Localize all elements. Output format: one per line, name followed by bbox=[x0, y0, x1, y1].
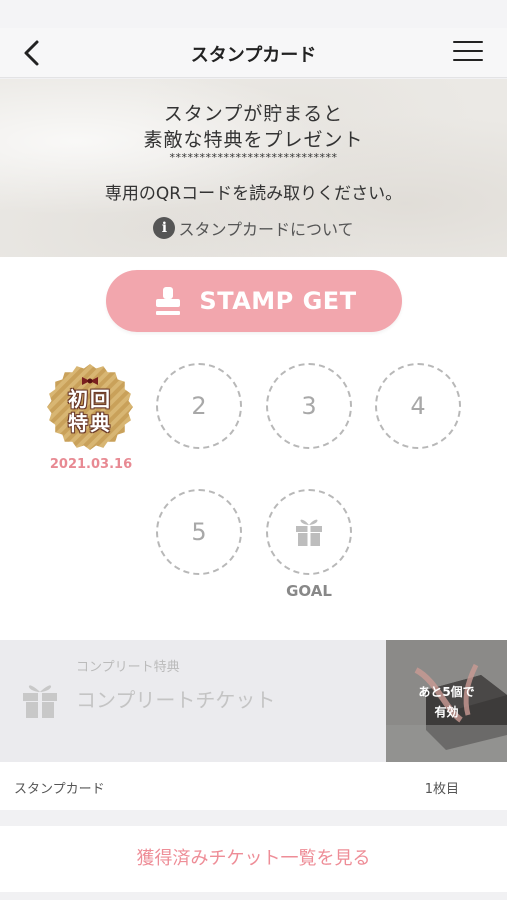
remaining-line-2: 有効 bbox=[434, 705, 459, 719]
banner-line-2: 素敵な特典をプレゼント bbox=[143, 129, 364, 151]
page-title: スタンプカード bbox=[190, 45, 317, 66]
complete-ticket[interactable]: コンプリート特典 コンプリートチケット あと5個で 有効 bbox=[0, 640, 507, 762]
complete-ticket-subtitle: コンプリート特典 bbox=[76, 660, 180, 675]
stamp-card: STAMP GET 初回 特典 2021.03.16 2 3 4 5 GOAL … bbox=[0, 257, 507, 810]
stamp-get-button[interactable]: STAMP GET bbox=[106, 270, 402, 332]
acquired-tickets-link[interactable]: 獲得済みチケット一覧を見る bbox=[0, 826, 507, 892]
banner-line-1: スタンプが貯まると bbox=[163, 103, 344, 125]
first-visit-stamp: 初回 特典 bbox=[46, 363, 134, 451]
card-number: 1枚目 bbox=[424, 782, 459, 797]
menu-line-icon bbox=[453, 50, 483, 52]
about-stamp-card-label: スタンプカードについて bbox=[178, 220, 354, 239]
banner-line-3: 専用のQRコードを読み取りください。 bbox=[104, 184, 403, 204]
remaining-stamps-text: あと5個で 有効 bbox=[386, 682, 507, 722]
stamp-icon bbox=[156, 287, 181, 315]
menu-line-icon bbox=[453, 59, 483, 61]
goal-label: GOAL bbox=[286, 582, 332, 600]
app-header: スタンプカード bbox=[0, 28, 507, 78]
card-name: スタンプカード bbox=[14, 782, 105, 797]
info-icon: i bbox=[153, 217, 176, 239]
complete-ticket-thumbnail: あと5個で 有効 bbox=[386, 640, 507, 762]
card-footer: スタンプカード 1枚目 bbox=[0, 762, 507, 810]
first-visit-line-2: 特典 bbox=[68, 411, 112, 435]
status-bar bbox=[0, 0, 507, 28]
stamp-slot-5: 5 bbox=[156, 489, 242, 575]
stamp-slot-goal bbox=[266, 489, 352, 575]
stamp-slot-2: 2 bbox=[156, 363, 242, 449]
gift-icon bbox=[23, 685, 57, 718]
gift-icon bbox=[296, 519, 322, 546]
first-visit-line-1: 初回 bbox=[68, 387, 112, 411]
first-visit-stamp-text: 初回 特典 bbox=[46, 387, 134, 435]
complete-ticket-title: コンプリートチケット bbox=[76, 688, 276, 712]
banner-divider: **************************** bbox=[169, 151, 338, 164]
stamp-get-label: STAMP GET bbox=[199, 287, 357, 315]
stamp-slot-4: 4 bbox=[375, 363, 461, 449]
about-stamp-card-link[interactable]: i スタンプカードについて bbox=[0, 216, 507, 240]
hamburger-menu-button[interactable] bbox=[453, 41, 483, 65]
menu-line-icon bbox=[453, 41, 483, 43]
info-banner: スタンプが貯まると 素敵な特典をプレゼント ******************… bbox=[0, 79, 507, 257]
remaining-line-1: あと5個で bbox=[418, 685, 475, 699]
first-visit-date: 2021.03.16 bbox=[49, 457, 133, 472]
stamp-slot-3: 3 bbox=[266, 363, 352, 449]
